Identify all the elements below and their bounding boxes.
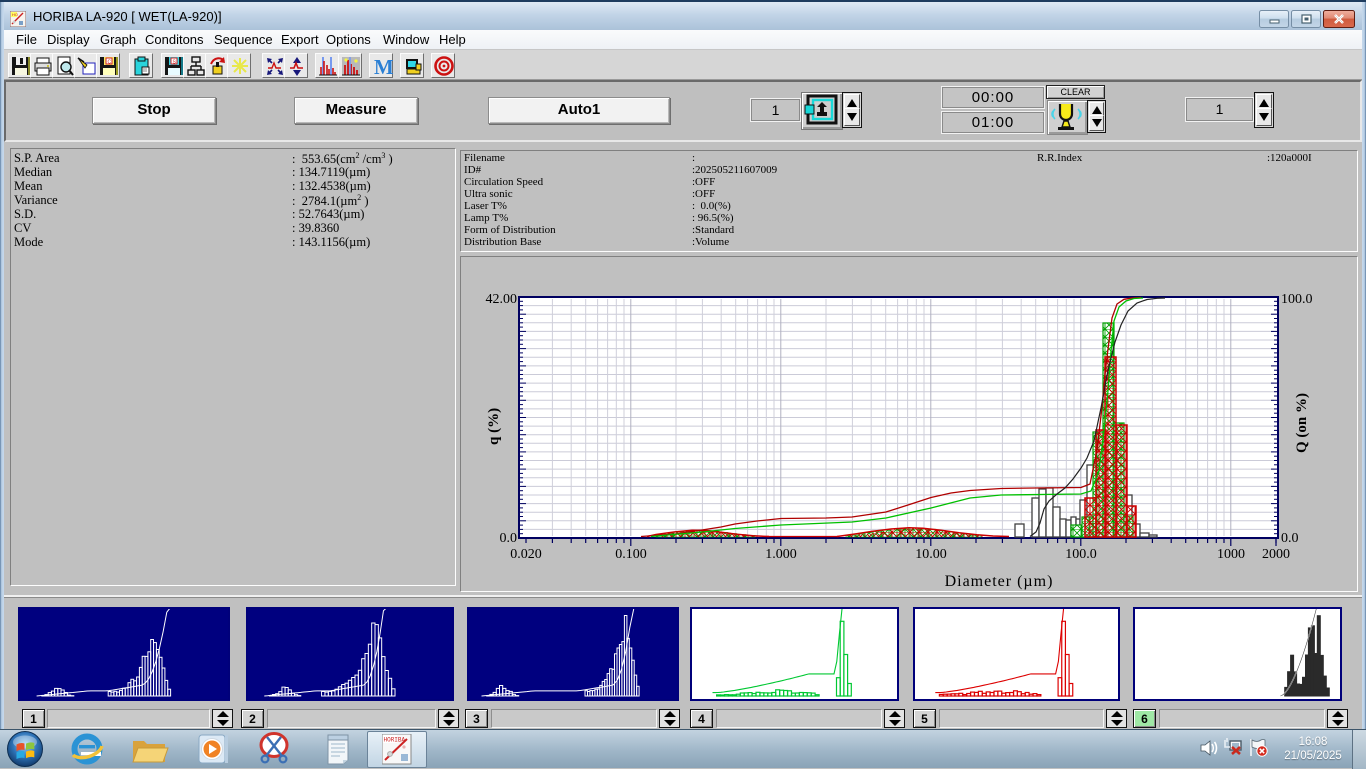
- svg-text:M: M: [374, 55, 393, 78]
- svg-text:0.100: 0.100: [615, 547, 647, 562]
- svg-text:2000: 2000: [1262, 547, 1290, 562]
- svg-text:C: C: [108, 60, 112, 66]
- svg-text:Diameter (µm): Diameter (µm): [945, 573, 1054, 590]
- svg-text:100.0: 100.0: [1281, 292, 1313, 307]
- svg-text:42.00: 42.00: [486, 292, 518, 307]
- svg-text:10.00: 10.00: [915, 547, 947, 562]
- svg-text:Q (on %): Q (on %): [1294, 393, 1310, 453]
- svg-text:0.0: 0.0: [1281, 531, 1299, 546]
- svg-text:0.020: 0.020: [510, 547, 542, 562]
- svg-text:1.000: 1.000: [765, 547, 797, 562]
- svg-text:100.0: 100.0: [1065, 547, 1097, 562]
- svg-text:HO: HO: [12, 12, 18, 17]
- svg-text:q (%): q (%): [486, 408, 502, 445]
- svg-text:1000: 1000: [1217, 547, 1245, 562]
- svg-text:0.0: 0.0: [500, 531, 518, 546]
